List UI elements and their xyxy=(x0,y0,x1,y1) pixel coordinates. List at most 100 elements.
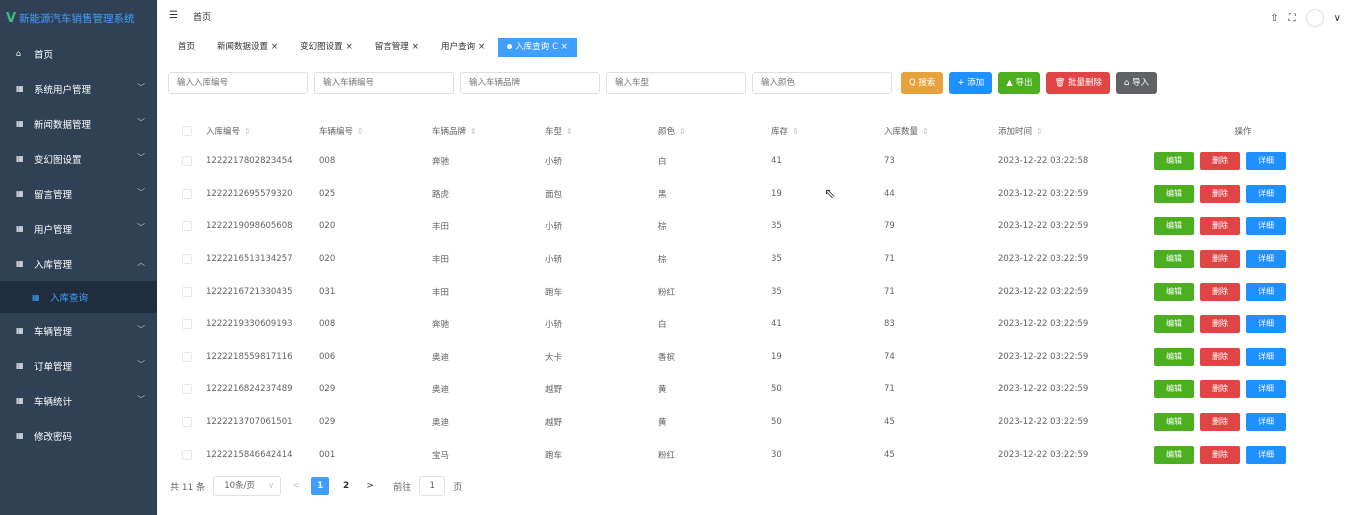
row-checkbox[interactable] xyxy=(182,254,192,265)
sort-icon[interactable]: ⇕ xyxy=(792,127,799,136)
edit-button[interactable]: 编辑 xyxy=(1154,315,1194,334)
hamburger-icon[interactable]: ☰ xyxy=(169,10,178,21)
sidebar-item[interactable]: ▦ 修改密码 xyxy=(0,418,157,453)
column-header[interactable]: 入库数量 ⇕ xyxy=(884,125,998,137)
sidebar-item[interactable]: ▦ 新闻数据管理 ﹀ xyxy=(0,106,157,141)
delete-button[interactable]: 删除 xyxy=(1200,184,1240,203)
close-icon[interactable]: × xyxy=(412,42,419,52)
sidebar-item-stock-query[interactable]: ▦ 入库查询 xyxy=(0,281,157,313)
sidebar-item[interactable]: ▦ 车辆管理 ﹀ xyxy=(0,313,157,348)
edit-button[interactable]: 编辑 xyxy=(1154,184,1194,203)
row-checkbox[interactable] xyxy=(182,417,192,428)
edit-button[interactable]: 编辑 xyxy=(1154,282,1194,301)
close-icon[interactable]: × xyxy=(271,42,278,52)
tab-tag[interactable]: 变幻图设置 × xyxy=(291,37,362,57)
prev-page-button[interactable]: < xyxy=(289,481,303,491)
tab-tag[interactable]: 用户查询 × xyxy=(431,37,495,57)
tab-tag[interactable]: 入库查询 C × xyxy=(498,37,577,57)
goto-page-input[interactable]: 1 xyxy=(419,476,446,496)
batch-delete-button[interactable]: 🗑 批量删除 xyxy=(1046,72,1110,94)
sidebar-item[interactable]: ▦ 留言管理 ﹀ xyxy=(0,176,157,211)
detail-button[interactable]: 详细 xyxy=(1246,250,1286,269)
edit-button[interactable]: 编辑 xyxy=(1154,347,1194,366)
detail-button[interactable]: 详细 xyxy=(1246,282,1286,301)
sidebar-item[interactable]: ▦ 入库管理 ︿ xyxy=(0,246,157,281)
select-all-checkbox[interactable] xyxy=(182,126,192,136)
detail-button[interactable]: 详细 xyxy=(1246,347,1286,366)
row-checkbox[interactable] xyxy=(182,384,192,395)
sidebar-item[interactable]: ▦ 变幻图设置 ﹀ xyxy=(0,141,157,176)
edit-button[interactable]: 编辑 xyxy=(1154,413,1194,432)
delete-button[interactable]: 删除 xyxy=(1200,152,1240,171)
column-header[interactable]: 入库编号 ⇕ xyxy=(206,125,319,137)
row-checkbox[interactable] xyxy=(182,188,192,199)
sort-icon[interactable]: ⇕ xyxy=(922,127,929,136)
column-header[interactable]: 车辆编号 ⇕ xyxy=(319,125,432,137)
vehicle-model-input[interactable] xyxy=(606,72,746,94)
delete-button[interactable]: 删除 xyxy=(1200,315,1240,334)
breadcrumb[interactable]: 首页 xyxy=(193,10,211,23)
tab-tag[interactable]: 新闻数据设置 × xyxy=(208,37,288,57)
next-page-button[interactable]: > xyxy=(363,481,377,491)
detail-button[interactable]: 详细 xyxy=(1246,217,1286,236)
row-checkbox[interactable] xyxy=(182,351,192,362)
edit-button[interactable]: 编辑 xyxy=(1154,152,1194,171)
sidebar-item[interactable]: ▦ 用户管理 ﹀ xyxy=(0,211,157,246)
delete-button[interactable]: 删除 xyxy=(1200,413,1240,432)
sidebar-item[interactable]: ▦ 系统用户管理 ﹀ xyxy=(0,71,157,106)
tab-tag[interactable]: 首页 xyxy=(169,37,205,57)
column-header[interactable]: 车型 ⇕ xyxy=(545,125,658,137)
fullscreen-icon[interactable]: ⛶ xyxy=(1289,13,1296,24)
detail-button[interactable]: 详细 xyxy=(1246,315,1286,334)
row-checkbox[interactable] xyxy=(182,221,192,232)
close-icon[interactable]: × xyxy=(346,42,353,52)
row-checkbox[interactable] xyxy=(182,449,192,460)
edit-button[interactable]: 编辑 xyxy=(1154,250,1194,269)
row-checkbox[interactable] xyxy=(182,286,192,297)
vehicle-brand-input[interactable] xyxy=(460,72,600,94)
chevron-down-icon[interactable]: ∨ xyxy=(1334,13,1341,24)
edit-button[interactable]: 编辑 xyxy=(1154,380,1194,399)
delete-button[interactable]: 删除 xyxy=(1200,250,1240,269)
detail-button[interactable]: 详细 xyxy=(1246,152,1286,171)
avatar[interactable] xyxy=(1305,9,1324,27)
delete-button[interactable]: 删除 xyxy=(1200,380,1240,399)
shirt-icon[interactable]: ⇧ xyxy=(1270,13,1278,24)
sort-icon[interactable]: ⇕ xyxy=(679,127,686,136)
export-button[interactable]: ▲ 导出 xyxy=(998,72,1041,94)
close-icon[interactable]: C × xyxy=(552,42,568,52)
row-checkbox[interactable] xyxy=(182,319,192,330)
detail-button[interactable]: 详细 xyxy=(1246,184,1286,203)
import-button[interactable]: ⌂ 导入 xyxy=(1115,72,1158,94)
column-header[interactable]: 颜色 ⇕ xyxy=(658,125,771,137)
edit-button[interactable]: 编辑 xyxy=(1154,217,1194,236)
column-header[interactable]: 车辆品牌 ⇕ xyxy=(432,125,545,137)
app-logo[interactable]: V 新能源汽车销售管理系统 xyxy=(0,0,157,36)
sidebar-item[interactable]: ▦ 车辆统计 ﹀ xyxy=(0,383,157,418)
close-icon[interactable]: × xyxy=(478,42,485,52)
search-button[interactable]: Q 搜索 xyxy=(901,72,944,94)
delete-button[interactable]: 删除 xyxy=(1200,217,1240,236)
detail-button[interactable]: 详细 xyxy=(1246,445,1286,464)
detail-button[interactable]: 详细 xyxy=(1246,380,1286,399)
sort-icon[interactable]: ⇕ xyxy=(1036,127,1043,136)
color-input[interactable] xyxy=(752,72,892,94)
sidebar-item[interactable]: ▦ 订单管理 ﹀ xyxy=(0,348,157,383)
vehicle-no-input[interactable] xyxy=(314,72,454,94)
tab-tag[interactable]: 留言管理 × xyxy=(365,37,428,57)
sidebar-item[interactable]: ⌂ 首页 xyxy=(0,36,157,71)
stock-in-no-input[interactable] xyxy=(168,72,308,94)
page-2-button[interactable]: 2 xyxy=(337,477,355,495)
column-header[interactable]: 库存 ⇕ xyxy=(771,125,884,137)
sort-icon[interactable]: ⇕ xyxy=(566,127,573,136)
row-checkbox[interactable] xyxy=(182,156,192,167)
delete-button[interactable]: 删除 xyxy=(1200,347,1240,366)
delete-button[interactable]: 删除 xyxy=(1200,445,1240,464)
edit-button[interactable]: 编辑 xyxy=(1154,445,1194,464)
delete-button[interactable]: 删除 xyxy=(1200,282,1240,301)
column-header[interactable]: 添加时间 ⇕ xyxy=(998,125,1148,137)
sort-icon[interactable]: ⇕ xyxy=(244,127,251,136)
page-size-select[interactable]: 10条/页 ∨ xyxy=(213,476,282,496)
detail-button[interactable]: 详细 xyxy=(1246,413,1286,432)
page-1-button[interactable]: 1 xyxy=(311,477,330,495)
